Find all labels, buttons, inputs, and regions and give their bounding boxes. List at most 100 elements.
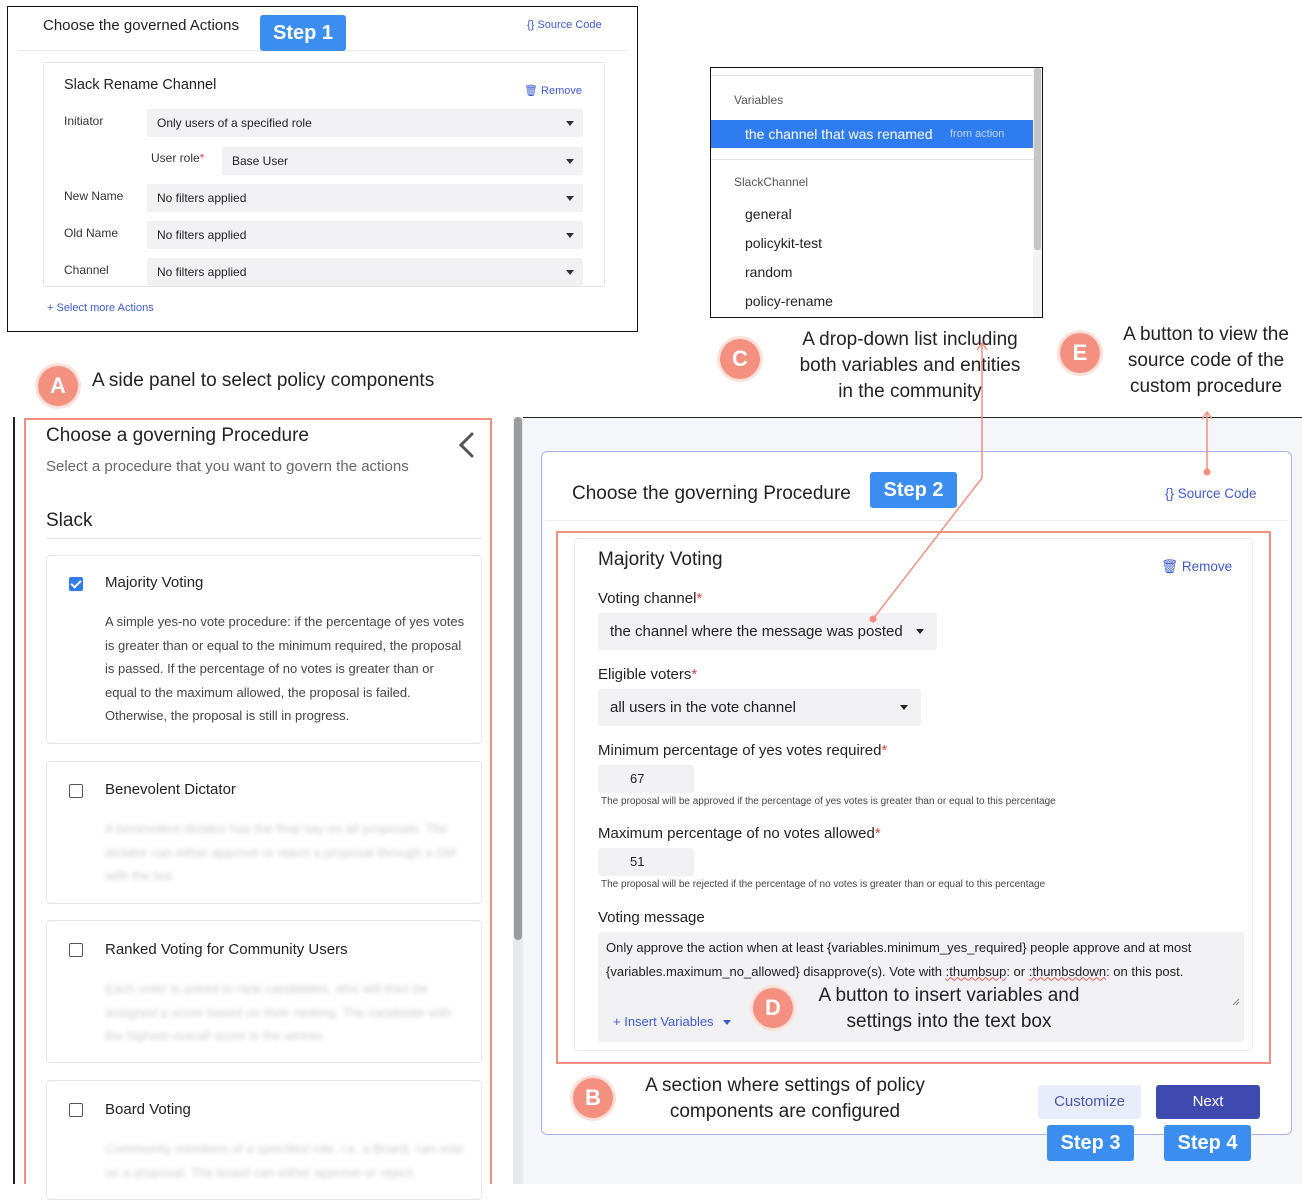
initiator-value: Only users of a specified role bbox=[157, 116, 312, 130]
scrollbar-thumb[interactable] bbox=[514, 417, 522, 940]
max-no-label-text: Maximum percentage of no votes allowed bbox=[598, 825, 875, 842]
max-no-input[interactable]: 51 bbox=[598, 848, 694, 876]
initiator-select[interactable]: Only users of a specified role bbox=[147, 109, 583, 137]
chevron-down-icon bbox=[566, 121, 574, 126]
chevron-down-icon bbox=[900, 705, 908, 710]
dropdown-group-slackchannel: SlackChannel bbox=[734, 175, 809, 189]
user-role-value: Base User bbox=[232, 154, 289, 168]
procedure-source-code-link[interactable]: {} Source Code bbox=[1165, 486, 1257, 501]
eligible-voters-label: Eligible voters* bbox=[598, 666, 698, 683]
user-role-label: User role* bbox=[151, 151, 205, 165]
callout-c-badge: C bbox=[720, 339, 760, 379]
actions-source-code-link[interactable]: {} Source Code bbox=[527, 19, 602, 31]
callout-e-text: A button to view the source code of the … bbox=[1104, 322, 1302, 400]
callout-e-line: A button to view the bbox=[1123, 324, 1289, 345]
voting-channel-value: the channel where the message was posted bbox=[610, 623, 903, 640]
new-name-select[interactable]: No filters applied bbox=[147, 184, 583, 212]
procedure-section-title: Choose the governing Procedure bbox=[572, 483, 851, 504]
max-no-help: The proposal will be rejected if the per… bbox=[601, 879, 1046, 890]
action-card: Slack Rename Channel 🗑 Remove Initiator … bbox=[43, 62, 605, 287]
step-3-badge: Step 3 bbox=[1047, 1125, 1134, 1161]
chevron-down-icon bbox=[566, 196, 574, 201]
initiator-label: Initiator bbox=[64, 114, 104, 128]
dropdown-item[interactable]: random bbox=[745, 264, 792, 280]
message-text: : on this post. bbox=[1106, 963, 1184, 979]
chevron-down-icon bbox=[916, 629, 924, 634]
divider bbox=[711, 75, 1033, 76]
chevron-down-icon bbox=[723, 1020, 732, 1026]
callout-b-line: components are configured bbox=[669, 1101, 901, 1122]
min-yes-label-text: Minimum percentage of yes votes required bbox=[598, 742, 882, 759]
chevron-down-icon bbox=[566, 233, 574, 238]
chevron-down-icon bbox=[566, 270, 574, 275]
divider bbox=[711, 159, 1033, 160]
voting-message-text: Only approve the action when at least {v… bbox=[606, 936, 1236, 983]
eligible-voters-label-text: Eligible voters bbox=[598, 666, 692, 683]
callout-d-text: A button to insert variables and setting… bbox=[798, 983, 1100, 1035]
action-card-title: Slack Rename Channel bbox=[64, 77, 217, 93]
message-emoji: :thumbsup bbox=[945, 963, 1007, 979]
message-emoji: :thumbsdown bbox=[1028, 963, 1107, 979]
voting-channel-label-text: Voting channel bbox=[598, 590, 697, 607]
dropdown-scrollbar[interactable] bbox=[1033, 68, 1042, 317]
channel-label: Channel bbox=[64, 263, 109, 277]
callout-d-line: settings into the text box bbox=[846, 1011, 1052, 1032]
min-yes-input[interactable]: 67 bbox=[598, 765, 694, 793]
governed-actions-panel: Choose the governed Actions Step 1 {} So… bbox=[7, 6, 638, 332]
procedure-remove-button[interactable]: 🗑 Remove bbox=[1161, 559, 1232, 575]
callout-e-line: custom procedure bbox=[1129, 376, 1283, 397]
eligible-voters-select[interactable]: all users in the vote channel bbox=[598, 689, 921, 726]
callout-d-line: A button to insert variables and bbox=[818, 985, 1080, 1006]
callout-b-line: A section where settings of policy bbox=[645, 1075, 925, 1096]
customize-button[interactable]: Customize bbox=[1038, 1085, 1141, 1119]
callout-c-text: A drop-down list including both variable… bbox=[770, 327, 1050, 405]
user-role-select[interactable]: Base User bbox=[222, 147, 583, 175]
channel-select[interactable]: No filters applied bbox=[147, 258, 583, 286]
min-yes-help: The proposal will be approved if the per… bbox=[601, 796, 1056, 807]
remove-label: Remove bbox=[1181, 559, 1233, 574]
callout-a-outline bbox=[24, 418, 492, 1184]
divider bbox=[13, 417, 15, 1184]
callout-b-text: A section where settings of policy compo… bbox=[624, 1073, 946, 1125]
user-role-label-text: User role bbox=[151, 151, 200, 165]
dropdown-selected-label: the channel that was renamed bbox=[745, 126, 933, 142]
actions-title: Choose the governed Actions bbox=[43, 17, 239, 34]
dropdown-item[interactable]: general bbox=[745, 206, 792, 222]
dropdown-selected-source: from action bbox=[950, 128, 1005, 140]
max-no-label: Maximum percentage of no votes allowed* bbox=[598, 825, 881, 842]
min-yes-label: Minimum percentage of yes votes required… bbox=[598, 742, 888, 759]
variables-dropdown: Variables the channel that was renamed f… bbox=[710, 67, 1043, 318]
next-button[interactable]: Next bbox=[1156, 1085, 1260, 1119]
step-4-badge: Step 4 bbox=[1164, 1125, 1251, 1161]
scrollbar-thumb[interactable] bbox=[1034, 68, 1041, 250]
insert-variables-button[interactable]: + Insert Variables bbox=[613, 1014, 732, 1029]
message-text: : or bbox=[1006, 963, 1029, 979]
trash-icon: 🗑 bbox=[524, 85, 538, 97]
callout-b-badge: B bbox=[573, 1078, 613, 1118]
callout-e-line: source code of the bbox=[1127, 350, 1285, 371]
action-remove-button[interactable]: 🗑 Remove bbox=[524, 84, 582, 97]
channel-value: No filters applied bbox=[157, 265, 247, 279]
dropdown-item[interactable]: policy-rename bbox=[745, 293, 833, 309]
side-panel-scrollbar[interactable] bbox=[513, 417, 523, 1184]
callout-a-badge: A bbox=[38, 366, 78, 406]
step-1-badge: Step 1 bbox=[260, 15, 346, 51]
remove-label: Remove bbox=[541, 85, 582, 97]
new-name-value: No filters applied bbox=[157, 191, 247, 205]
voting-channel-select[interactable]: the channel where the message was posted bbox=[598, 613, 937, 650]
callout-e-badge: E bbox=[1060, 333, 1100, 373]
voting-channel-label: Voting channel* bbox=[598, 590, 703, 607]
select-more-actions-link[interactable]: + Select more Actions bbox=[47, 302, 154, 314]
old-name-select[interactable]: No filters applied bbox=[147, 221, 583, 249]
dropdown-item[interactable]: policykit-test bbox=[745, 235, 822, 251]
step-2-badge: Step 2 bbox=[870, 472, 957, 508]
old-name-value: No filters applied bbox=[157, 228, 247, 242]
procedure-title: Majority Voting bbox=[598, 549, 723, 570]
dropdown-item-selected[interactable]: the channel that was renamed from action bbox=[711, 120, 1033, 148]
old-name-label: Old Name bbox=[64, 226, 119, 240]
dropdown-group-variables: Variables bbox=[734, 93, 784, 107]
insert-variables-label: + Insert Variables bbox=[613, 1014, 714, 1029]
callout-a-text: A side panel to select policy components bbox=[92, 370, 435, 391]
divider bbox=[545, 520, 1288, 521]
resize-handle-icon[interactable] bbox=[1232, 998, 1240, 1006]
